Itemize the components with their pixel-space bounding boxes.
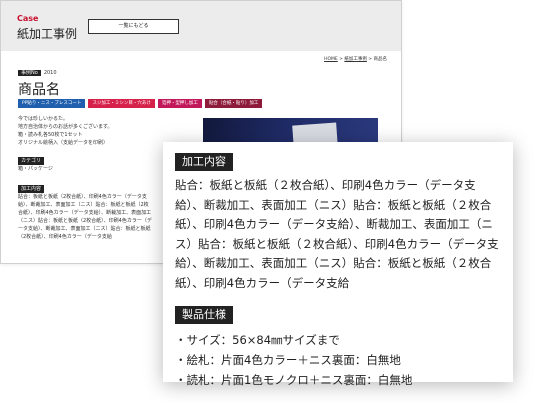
case-number: 事例No 2010 [18, 69, 57, 76]
spec-list: ・サイズ：56×84㎜サイズまで ・絵札：片面4色カラー＋ニス裏面：白無地 ・読… [175, 330, 503, 390]
breadcrumb-separator: > [366, 57, 374, 62]
back-to-list-button[interactable]: 一覧にもどる [88, 19, 179, 34]
tag-laminating[interactable]: 貼合（合紙・貼り）加工 [204, 99, 263, 108]
page-header: Case 紙加工事例 一覧にもどる [1, 1, 401, 51]
breadcrumb-parent-link[interactable]: 紙加工事例 [344, 57, 367, 62]
page-title: 紙加工事例 [17, 27, 78, 41]
processing-text: 貼合：板紙と板紙（２枚合紙）、印刷4色カラー（データ支給）、断裁加工、表面加工（… [175, 178, 499, 290]
processing-section: 加工内容 貼合：板紙と板紙（2枚合紙）、印刷4色カラー（データ支 給）、断裁加工… [18, 185, 152, 241]
spec-item-picture-card: ・絵札：片面4色カラー＋ニス裏面：白無地 [175, 353, 401, 367]
case-label: Case [17, 14, 39, 23]
description-line: 箱・読み札各50枚で1セット [18, 132, 83, 138]
description-line: オリジナル絵柄入（支給データを印刷） [18, 140, 109, 146]
processing-line: 給）、断裁加工、表面加工（ニス）貼合：板紙と板紙（2枚 [18, 202, 149, 208]
category-value: 箱・パッケージ [18, 166, 53, 172]
processing-label: 加工内容 [18, 185, 45, 193]
description-line: 地方自治体からのお話が多くございます。 [18, 124, 113, 130]
tag-crease-perforation[interactable]: スジ加工・ミシン目・穴あけ [88, 99, 155, 108]
breadcrumb-current: 商品名 [373, 57, 388, 62]
spec-item-size: ・サイズ：56×84㎜サイズまで [175, 333, 340, 347]
breadcrumb: HOME > 紙加工事例 > 商品名 [324, 56, 387, 62]
spec-section: 製品仕様 ・サイズ：56×84㎜サイズまで ・絵札：片面4色カラー＋ニス裏面：白… [175, 303, 503, 390]
processing-line: 合紙）、印刷4色カラー（データ支給）、断裁加工、表面加工 [18, 210, 152, 216]
category-section: カテゴリ 箱・パッケージ [18, 157, 53, 173]
product-name: 商品名 [18, 82, 60, 98]
processing-heading: 加工内容 [175, 153, 233, 171]
detail-card: 加工内容 貼合：板紙と板紙（２枚合紙）、印刷4色カラー（データ支給）、断裁加工、… [163, 142, 513, 387]
category-label: カテゴリ [18, 157, 45, 165]
spec-item-reading-card: ・読札：片面1色モノクロ＋ニス裏面：白無地 [175, 373, 413, 387]
spec-heading: 製品仕様 [175, 306, 233, 324]
processing-line: 貼合：板紙と板紙（2枚合紙）、印刷4色カラー（データ支 [18, 194, 147, 200]
tag-list: PP貼り・ニス・プレスコート スジ加工・ミシン目・穴あけ 箔押・型押し加工 貼合… [18, 99, 263, 108]
tag-pp-coating[interactable]: PP貼り・ニス・プレスコート [18, 99, 86, 108]
processing-line: （2枚合紙）、印刷4色カラー（データ支給 [18, 234, 112, 240]
processing-line: ータ支給）、断裁加工、表面加工（ニス）貼合：板紙と板紙 [18, 226, 151, 232]
tag-foil-emboss[interactable]: 箔押・型押し加工 [157, 99, 202, 108]
description-line: 今では珍しいかるた。 [18, 116, 69, 122]
breadcrumb-home-link[interactable]: HOME [324, 57, 338, 62]
product-description: 今では珍しいかるた。 地方自治体からのお話が多くございます。 箱・読み札各50枚… [18, 115, 113, 147]
case-number-value: 2010 [43, 70, 57, 76]
case-number-label: 事例No [18, 70, 41, 76]
processing-line: （ニス）貼合：板紙と板紙（2枚合紙）、印刷4色カラー（デ [18, 218, 152, 224]
